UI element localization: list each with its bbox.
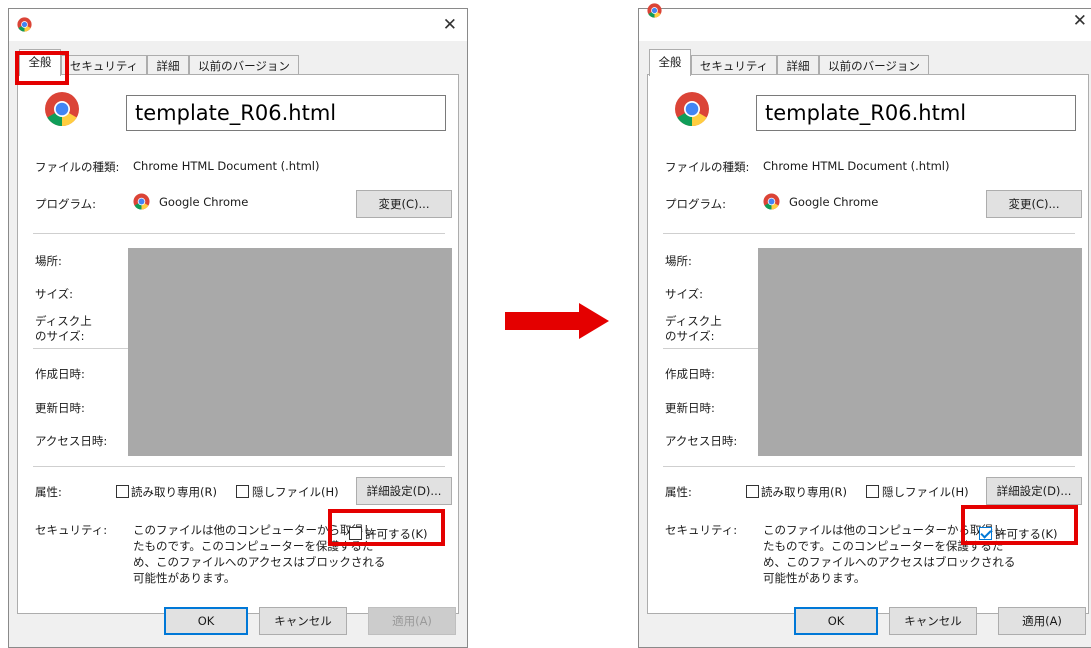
- created-label: 作成日時:: [35, 367, 85, 381]
- readonly-label[interactable]: 読み取り専用(R): [131, 484, 217, 500]
- tab-details[interactable]: 詳細: [777, 55, 819, 75]
- security-message: このファイルは他のコンピューターから取得し たものです。このコンピューターを保護…: [133, 523, 386, 585]
- hidden-checkbox[interactable]: [236, 485, 249, 498]
- chrome-icon: [647, 3, 662, 18]
- properties-dialog-after: ✕ 全般 セキュリティ 詳細 以前のバージョン template_R06.htm…: [638, 3, 1091, 648]
- divider: [663, 466, 1075, 467]
- program-label: プログラム:: [35, 197, 97, 211]
- modified-label: 更新日時:: [35, 401, 85, 415]
- chrome-icon: [763, 193, 780, 210]
- program-name: Google Chrome: [159, 195, 249, 209]
- location-label: 場所:: [665, 254, 692, 268]
- size-on-disk-label: ディスク上: [35, 314, 92, 328]
- size-on-disk-label-2: のサイズ:: [665, 329, 715, 343]
- size-label: サイズ:: [35, 287, 74, 301]
- title-bar: ✕: [9, 9, 467, 41]
- chrome-icon: [675, 92, 709, 126]
- accessed-label: アクセス日時:: [665, 434, 738, 448]
- unblock-label[interactable]: 許可する(K): [365, 526, 428, 542]
- size-on-disk-label-2: のサイズ:: [35, 329, 85, 343]
- properties-dialog-before: ✕ 全般 セキュリティ 詳細 以前のバージョン template_R06.htm…: [8, 8, 468, 648]
- ok-button[interactable]: OK: [794, 607, 878, 635]
- apply-button[interactable]: 適用(A): [368, 607, 456, 635]
- divider: [33, 233, 445, 234]
- title-bar: ✕: [639, 3, 1091, 41]
- readonly-label[interactable]: 読み取り専用(R): [761, 484, 847, 500]
- file-name-field[interactable]: template_R06.html: [126, 95, 446, 131]
- divider: [663, 233, 1075, 234]
- created-label: 作成日時:: [665, 367, 715, 381]
- divider: [33, 466, 445, 467]
- hidden-label[interactable]: 隠しファイル(H): [252, 484, 339, 500]
- hidden-label[interactable]: 隠しファイル(H): [882, 484, 969, 500]
- cancel-button[interactable]: キャンセル: [259, 607, 347, 635]
- chrome-icon: [45, 92, 79, 126]
- file-type-value: Chrome HTML Document (.html): [763, 159, 950, 173]
- location-label: 場所:: [35, 254, 62, 268]
- cancel-button[interactable]: キャンセル: [889, 607, 977, 635]
- tab-details[interactable]: 詳細: [147, 55, 189, 75]
- change-button[interactable]: 変更(C)...: [356, 190, 452, 218]
- unblock-checkbox[interactable]: [349, 527, 362, 540]
- modified-label: 更新日時:: [665, 401, 715, 415]
- file-type-label: ファイルの種類:: [35, 160, 120, 174]
- advanced-button[interactable]: 詳細設定(D)...: [356, 477, 452, 505]
- tab-general[interactable]: 全般: [649, 49, 691, 76]
- tab-security[interactable]: セキュリティ: [691, 55, 777, 75]
- readonly-checkbox[interactable]: [746, 485, 759, 498]
- attributes-label: 属性:: [665, 485, 692, 499]
- readonly-checkbox[interactable]: [116, 485, 129, 498]
- size-on-disk-label: ディスク上: [665, 314, 722, 328]
- apply-button[interactable]: 適用(A): [998, 607, 1086, 635]
- security-label: セキュリティ:: [665, 523, 738, 537]
- close-icon[interactable]: ✕: [1073, 11, 1087, 31]
- file-type-value: Chrome HTML Document (.html): [133, 159, 320, 173]
- unblock-checkbox[interactable]: [979, 527, 992, 540]
- right-arrow-icon: [505, 303, 609, 339]
- program-label: プログラム:: [665, 197, 727, 211]
- unblock-label[interactable]: 許可する(K): [995, 526, 1058, 542]
- tab-general[interactable]: 全般: [19, 49, 61, 76]
- tab-security[interactable]: セキュリティ: [61, 55, 147, 75]
- accessed-label: アクセス日時:: [35, 434, 108, 448]
- tab-previous-versions[interactable]: 以前のバージョン: [189, 55, 299, 75]
- program-name: Google Chrome: [789, 195, 879, 209]
- security-message: このファイルは他のコンピューターから取得し たものです。このコンピューターを保護…: [763, 523, 1016, 585]
- redacted-details: [758, 248, 1082, 456]
- close-icon[interactable]: ✕: [443, 15, 457, 35]
- file-name-field[interactable]: template_R06.html: [756, 95, 1076, 131]
- general-panel: template_R06.html ファイルの種類: Chrome HTML D…: [647, 74, 1089, 614]
- file-type-label: ファイルの種類:: [665, 160, 750, 174]
- change-button[interactable]: 変更(C)...: [986, 190, 1082, 218]
- redacted-details: [128, 248, 452, 456]
- advanced-button[interactable]: 詳細設定(D)...: [986, 477, 1082, 505]
- chrome-icon: [133, 193, 150, 210]
- attributes-label: 属性:: [35, 485, 62, 499]
- security-label: セキュリティ:: [35, 523, 108, 537]
- size-label: サイズ:: [665, 287, 704, 301]
- chrome-icon: [17, 17, 32, 32]
- general-panel: template_R06.html ファイルの種類: Chrome HTML D…: [17, 74, 459, 614]
- hidden-checkbox[interactable]: [866, 485, 879, 498]
- ok-button[interactable]: OK: [164, 607, 248, 635]
- tab-previous-versions[interactable]: 以前のバージョン: [819, 55, 929, 75]
